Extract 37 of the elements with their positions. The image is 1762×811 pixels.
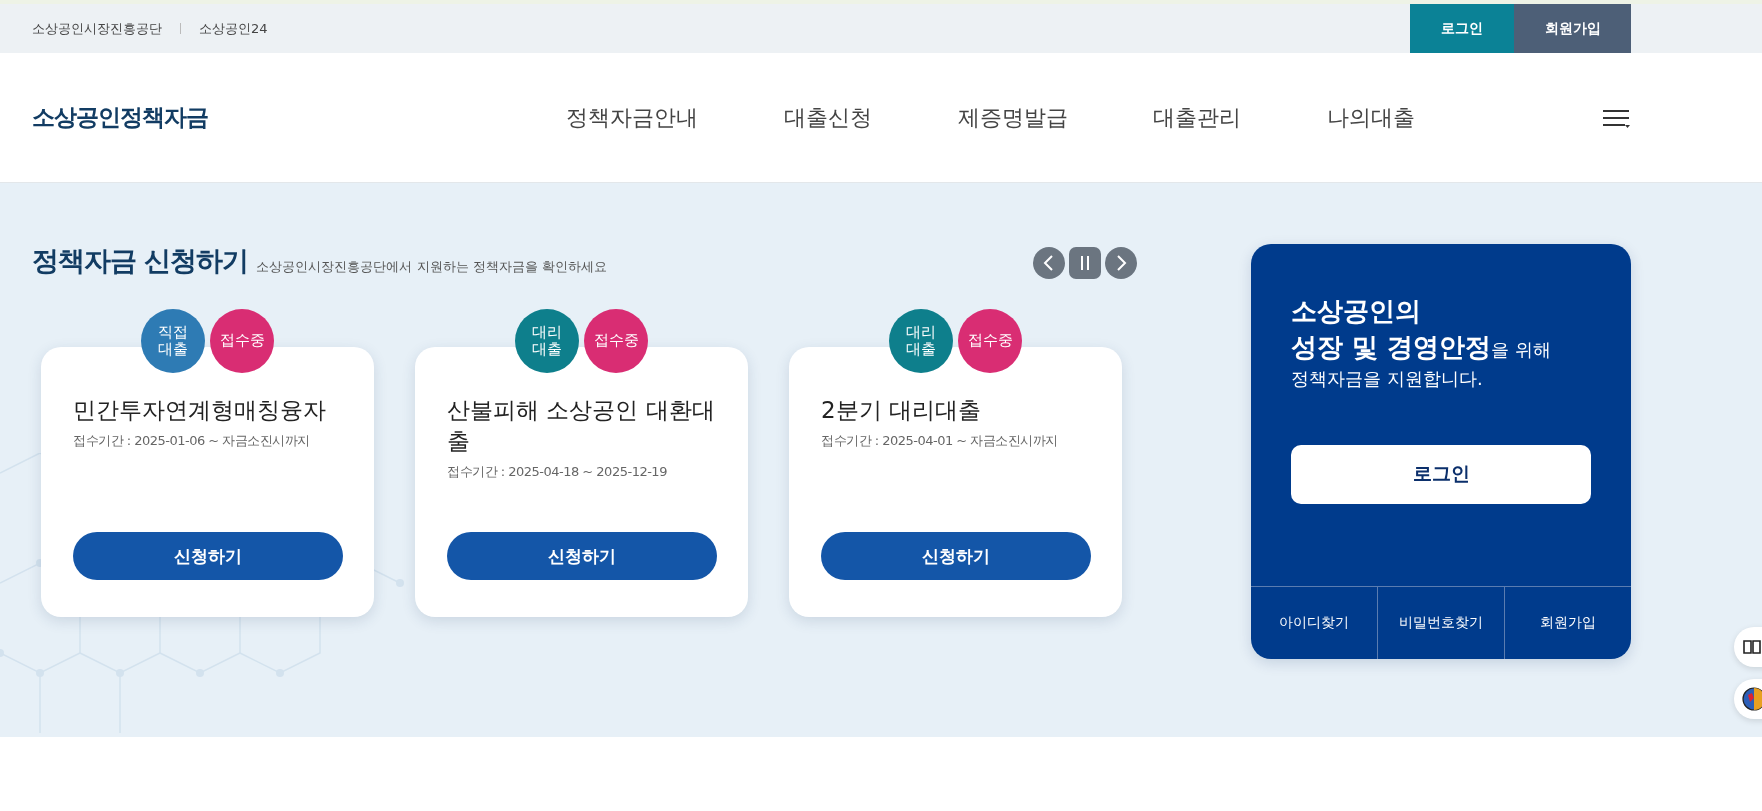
nav-item[interactable]: 정책자금안내	[566, 102, 698, 133]
loan-title: 산불피해 소상공인 대환대출	[447, 396, 716, 457]
panel-link[interactable]: 아이디찾기	[1251, 587, 1378, 659]
section-subtitle: 소상공인시장진흥공단에서 지원하는 정책자금을 확인하세요	[256, 258, 608, 276]
loan-title: 2분기 대리대출	[821, 396, 982, 425]
apply-button[interactable]: 신청하기	[821, 532, 1091, 580]
loan-period: 접수기간 : 2025-04-01 ~ 자금소진시까지	[821, 432, 1059, 451]
pause-icon	[1079, 255, 1092, 271]
status-badge: 접수중	[584, 309, 648, 373]
login-button[interactable]: 로그인	[1291, 444, 1591, 504]
previous-button[interactable]	[1033, 247, 1066, 279]
nav-item[interactable]: 대출신청	[783, 102, 872, 133]
panel-link[interactable]: 비밀번호찾기	[1377, 587, 1505, 659]
loan-type-badge: 대리 대출	[515, 309, 579, 373]
loan-type-badge: 직접 대출	[141, 309, 205, 373]
panel-headline: 소상공인의 성장 및 경영안정을 위해 정책자금을 지원합니다.	[1291, 295, 1553, 391]
nav-item[interactable]: 제증명발급	[957, 102, 1068, 133]
apply-button[interactable]: 신청하기	[73, 532, 343, 580]
nav-item[interactable]: 대출관리	[1153, 102, 1242, 133]
pause-button[interactable]	[1069, 247, 1102, 279]
status-badge: 접수중	[958, 309, 1022, 373]
loan-period: 접수기간 : 2025-01-06 ~ 자금소진시까지	[73, 432, 311, 451]
nav-item[interactable]: 나의대출	[1327, 102, 1416, 133]
top-link[interactable]: 소상공인24	[199, 19, 268, 38]
join-button[interactable]: 회원가입	[1514, 4, 1631, 53]
login-button[interactable]: 로그인	[1410, 4, 1514, 53]
chevron-right-icon	[1114, 254, 1129, 272]
loan-type-badge: 대리 대출	[889, 309, 953, 373]
loan-period: 접수기간 : 2025-04-18 ~ 2025-12-19	[447, 463, 668, 482]
section-title: 정책자금 신청하기	[32, 244, 249, 278]
panel-link[interactable]: 회원가입	[1504, 587, 1631, 659]
apply-button[interactable]: 신청하기	[447, 532, 717, 580]
next-button[interactable]	[1105, 247, 1138, 279]
site-logo[interactable]: 소상공인정책자금	[32, 102, 532, 133]
status-badge: 접수중	[210, 309, 274, 373]
top-link[interactable]: 소상공인시장진흥공단	[32, 19, 162, 38]
loan-title: 민간투자연계형매칭융자	[73, 396, 327, 425]
